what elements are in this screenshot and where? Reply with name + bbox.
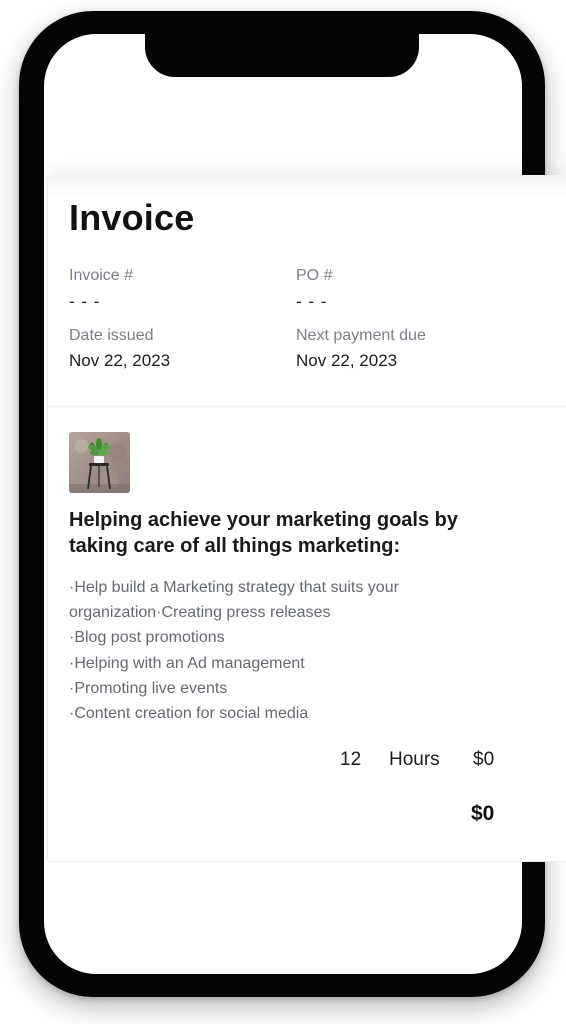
invoice-header: Invoice Invoice # - - - PO # - - - Date … — [48, 175, 566, 407]
invoice-card: Invoice Invoice # - - - PO # - - - Date … — [47, 175, 566, 862]
description-line: ·Blog post promotions — [69, 629, 225, 647]
line-item-heading: Helping achieve your marketing goals by … — [69, 509, 459, 557]
description-line: ·Promoting live events — [69, 679, 228, 697]
line-item-unit: Hours — [389, 749, 440, 770]
po-number-value: - - - — [296, 292, 328, 311]
phone-notch — [145, 25, 419, 77]
invoice-total: $0 — [471, 802, 495, 825]
line-item-price: $0 — [473, 749, 495, 770]
next-payment-value: Nov 22, 2023 — [296, 351, 398, 370]
invoice-number-value: - - - — [69, 292, 101, 311]
description-line: organization·Creating press releases — [69, 604, 331, 622]
next-payment-label: Next payment due — [296, 327, 426, 344]
line-item-description: ·Help build a Marketing strategy that su… — [69, 575, 509, 726]
date-issued-label: Date issued — [69, 327, 154, 344]
invoice-title: Invoice — [69, 197, 195, 238]
plant-on-stand-image — [69, 432, 130, 493]
description-line: ·Helping with an Ad management — [69, 654, 305, 672]
po-number-label: PO # — [296, 267, 333, 284]
line-item: Helping achieve your marketing goals by … — [48, 407, 566, 862]
line-item-quantity: 12 — [340, 749, 362, 770]
description-line: ·Content creation for social media — [69, 705, 309, 723]
date-issued-value: Nov 22, 2023 — [69, 351, 171, 370]
description-line: ·Help build a Marketing strategy that su… — [69, 579, 399, 596]
invoice-number-label: Invoice # — [69, 267, 134, 284]
